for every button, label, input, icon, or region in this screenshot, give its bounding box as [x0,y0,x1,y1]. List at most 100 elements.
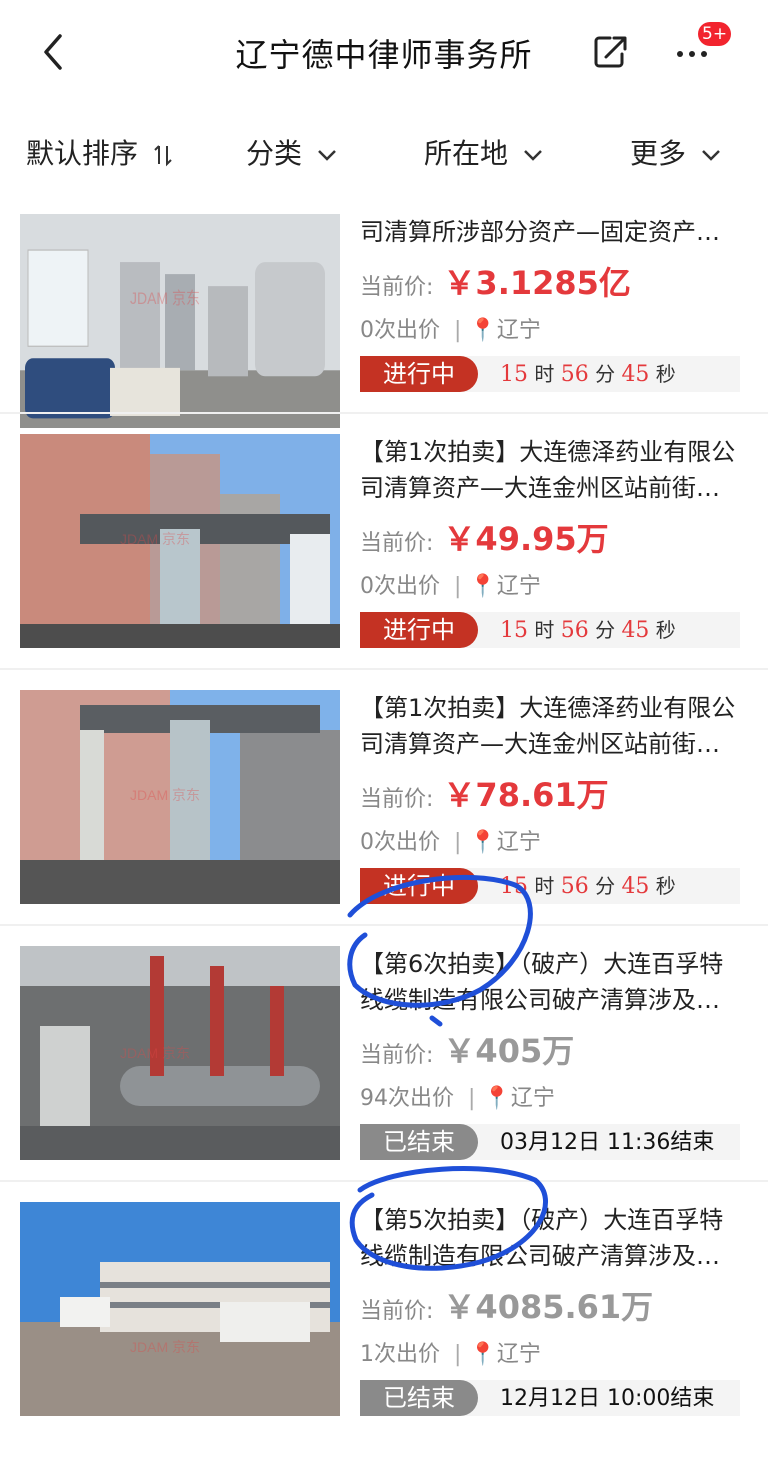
seconds-unit: 秒 [655,362,676,386]
watermark-text: JDAM 京东 [130,289,200,309]
title-line: 【第1次拍卖】大连德泽药业有限公 [360,694,736,722]
filter-bar: 默认排序 分类 所在地 更多 [0,130,768,178]
status-bar: 进行中 15 时 56 分 45 秒 [360,612,740,648]
auction-title[interactable]: 司清算所涉部分资产—固定资产… [360,214,750,250]
separator: | [468,1086,476,1111]
countdown-hours: 15 [500,362,528,387]
end-time: 12月12日 10:00结束 [500,1380,714,1416]
price-label: 当前价: [360,787,434,812]
countdown-minutes: 56 [560,362,589,387]
price-label: 当前价: [360,1043,434,1068]
location-pin-icon: 📍 [469,574,497,599]
status-bar: 进行中 15 时 56 分 45 秒 [360,868,740,904]
auction-photo[interactable]: JDAM 京东 [20,690,340,904]
sort-arrows-icon [154,145,172,167]
countdown-minutes: 56 [560,874,589,899]
bid-count: 94次出价 [360,1086,454,1111]
bid-count: 0次出价 [360,574,440,599]
current-price: ￥4085.61万 [443,1288,654,1326]
seconds-unit: 秒 [655,874,676,898]
sort-filter-label: 默认排序 [26,137,139,170]
status-badge: 进行中 [360,356,478,392]
countdown-hours: 15 [500,618,528,643]
watermark-text: JDAM 京东 [120,531,190,547]
location-filter[interactable]: 所在地 [424,130,543,178]
location-pin-icon: 📍 [469,1342,497,1367]
chevron-down-icon [318,150,336,161]
auction-title[interactable]: 【第6次拍卖】（破产）大连百孚特 线缆制造有限公司破产清算涉及… [360,946,750,1018]
countdown-seconds: 45 [621,618,650,643]
sort-filter[interactable]: 默认排序 [26,130,173,178]
location-pin-icon: 📍 [469,830,497,855]
hours-unit: 时 [534,874,555,898]
minutes-unit: 分 [595,362,616,386]
price-label: 当前价: [360,531,434,556]
countdown-seconds: 45 [621,874,650,899]
status-bar: 已结束 03月12日 11:36结束 [360,1124,740,1160]
price-row: 当前价: ￥405万 [360,1026,574,1072]
auction-photo[interactable]: JDAM 京东 [20,946,340,1160]
hours-unit: 时 [534,618,555,642]
divider [0,924,768,926]
countdown: 15 时 56 分 45 秒 [500,868,676,904]
bid-count: 0次出价 [360,318,440,343]
end-time: 03月12日 11:36结束 [500,1124,714,1160]
auction-title[interactable]: 【第1次拍卖】大连德泽药业有限公 司清算资产—大连金州区站前街… [360,434,750,506]
location-text: 辽宁 [510,1086,555,1111]
auction-card[interactable]: JDAM 京东 【第1次拍卖】大连德泽药业有限公 司清算资产—大连金州区站前街…… [0,434,768,690]
divider [0,412,768,414]
separator: | [454,830,462,855]
end-time-text: 03月12日 11:36结束 [500,1130,715,1155]
location-text: 辽宁 [496,830,541,855]
auction-card[interactable]: JDAM 京东 【第5次拍卖】（破产）大连百孚特 线缆制造有限公司破产清算涉及…… [0,1202,768,1458]
separator: | [454,1342,462,1367]
more-filter-label: 更多 [630,137,687,170]
title-line: 【第1次拍卖】大连德泽药业有限公 [360,438,736,466]
category-filter[interactable]: 分类 [246,130,337,178]
auction-card[interactable]: JDAM 京东 【第6次拍卖】（破产）大连百孚特 线缆制造有限公司破产清算涉及…… [0,946,768,1202]
end-time-text: 12月12日 10:00结束 [500,1386,715,1411]
watermark-text: JDAM 京东 [120,1045,190,1061]
countdown: 15 时 56 分 45 秒 [500,356,676,392]
title-line: 司清算所涉部分资产—固定资产… [360,218,720,246]
category-filter-label: 分类 [246,137,303,170]
location-pin-icon: 📍 [483,1086,511,1111]
more-filter[interactable]: 更多 [630,130,721,178]
divider [0,1180,768,1182]
auction-card[interactable]: JDAM 京东 司清算所涉部分资产—固定资产… 当前价: ￥3.1285亿 0次出… [0,214,768,470]
status-badge: 已结束 [360,1124,478,1160]
bid-count: 1次出价 [360,1342,440,1367]
countdown-hours: 15 [500,874,528,899]
meta-row: 0次出价 | 📍辽宁 [360,312,541,344]
status-badge: 进行中 [360,612,478,648]
price-row: 当前价: ￥78.61万 [360,770,609,816]
title-line: 【第6次拍卖】（破产）大连百孚特 [360,950,724,978]
auction-title[interactable]: 【第5次拍卖】（破产）大连百孚特 线缆制造有限公司破产清算涉及… [360,1202,750,1274]
title-line: 司清算资产—大连金州区站前街… [360,474,720,502]
auction-photo[interactable]: JDAM 京东 [20,434,340,648]
status-bar: 已结束 12月12日 10:00结束 [360,1380,740,1416]
hours-unit: 时 [534,362,555,386]
separator: | [454,318,462,343]
price-row: 当前价: ￥3.1285亿 [360,258,631,304]
meta-row: 0次出价 | 📍辽宁 [360,824,541,856]
auction-card[interactable]: JDAM 京东 【第1次拍卖】大连德泽药业有限公 司清算资产—大连金州区站前街…… [0,690,768,946]
countdown: 15 时 56 分 45 秒 [500,612,676,648]
auction-photo[interactable]: JDAM 京东 [20,214,340,428]
status-badge: 进行中 [360,868,478,904]
current-price: ￥49.95万 [443,520,609,558]
location-text: 辽宁 [496,1342,541,1367]
price-label: 当前价: [360,275,434,300]
notification-badge: 5+ [698,22,732,46]
countdown-seconds: 45 [621,362,650,387]
bid-count: 0次出价 [360,830,440,855]
share-icon[interactable] [590,32,630,72]
current-price: ￥3.1285亿 [443,264,631,302]
auction-photo[interactable]: JDAM 京东 [20,1202,340,1416]
meta-row: 94次出价 | 📍辽宁 [360,1080,555,1112]
location-text: 辽宁 [496,318,541,343]
price-label: 当前价: [360,1299,434,1324]
top-nav-bar: 辽宁德中律师事务所 5+ [0,0,768,100]
watermark-text: JDAM 京东 [130,1339,200,1355]
auction-title[interactable]: 【第1次拍卖】大连德泽药业有限公 司清算资产—大连金州区站前街… [360,690,750,762]
